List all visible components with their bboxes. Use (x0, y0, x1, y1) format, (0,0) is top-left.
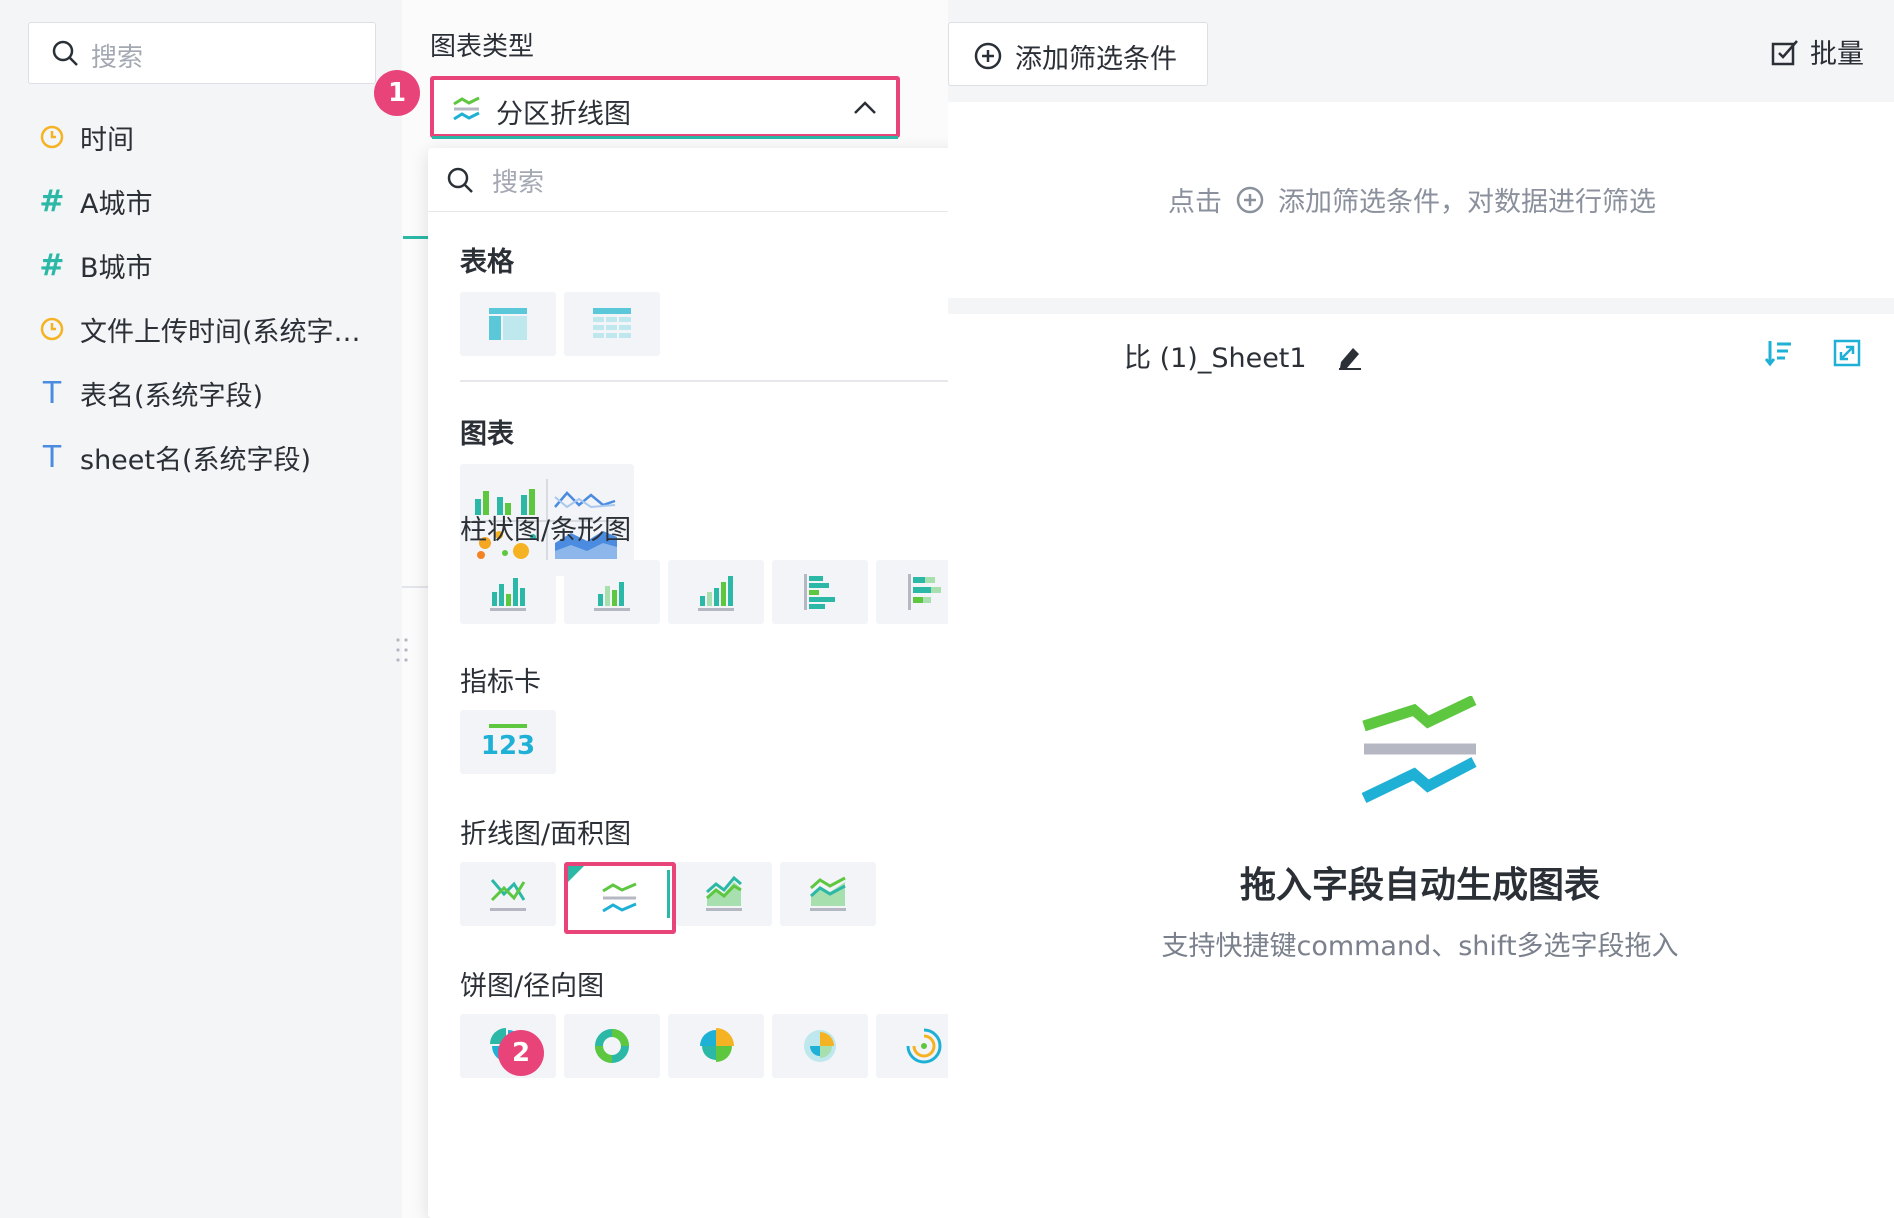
rose-chart-icon (700, 1028, 734, 1062)
kpi-bar (489, 724, 527, 728)
chart-option-bar[interactable] (772, 560, 868, 624)
chart-type-select[interactable]: 分区折线图 (430, 76, 900, 138)
chart-type-selected: 分区折线图 (496, 99, 631, 130)
field-search-input[interactable]: 搜索 (28, 22, 376, 84)
field-item-upload-time[interactable]: 文件上传时间(系统字… (38, 309, 361, 349)
radial-bar-icon (906, 1028, 942, 1064)
section-table: 表格 (460, 247, 514, 278)
step-badge-2: 2 (498, 1030, 544, 1076)
section-bar: 柱状图/条形图 (460, 515, 632, 546)
add-filter-button[interactable]: 添加筛选条件 (948, 22, 1208, 86)
resize-grip-icon[interactable] (392, 636, 412, 666)
plus-circle-icon[interactable] (1234, 184, 1266, 216)
field-item-sheet-name[interactable]: T sheet名(系统字段) (38, 437, 311, 477)
sheet-title: 比 (1)_Sheet1 (1124, 336, 1363, 375)
line-chart-icon (490, 879, 526, 911)
empty-state-subtitle: 支持快捷键command、shift多选字段拖入 (1161, 931, 1679, 962)
field-label: 时间 (80, 124, 134, 156)
area-chart-icon (706, 875, 742, 911)
section-pie: 饼图/径向图 (460, 971, 605, 1002)
clock-icon (38, 316, 66, 342)
filter-hint-prefix: 点击 (1168, 187, 1222, 218)
chart-option-zone-line[interactable] (564, 862, 676, 934)
zone-line-chart-icon (602, 882, 637, 913)
batch-edit-icon (1771, 39, 1798, 65)
stacked-area-icon (810, 876, 846, 911)
section-chart: 图表 (460, 419, 514, 450)
filter-hint: 点击 添加筛选条件，对数据进行筛选 (1168, 180, 1656, 219)
zone-line-chart-icon (1362, 696, 1477, 803)
chart-option-grouped-column[interactable] (564, 560, 660, 624)
field-label: B城市 (80, 252, 153, 284)
chart-option-kpi-card[interactable]: 123 (460, 710, 556, 774)
expand-icon[interactable] (1832, 338, 1862, 368)
field-item-time[interactable]: 时间 (38, 117, 134, 157)
column-chart-icon (490, 578, 526, 611)
dropdown-search-placeholder: 搜索 (492, 168, 545, 198)
detail-table-icon (593, 308, 631, 338)
divider (402, 586, 428, 588)
text-icon: T (42, 375, 62, 411)
step-badge-1: 1 (374, 70, 420, 116)
field-item-a-city[interactable]: # A城市 (38, 181, 152, 221)
chart-option-donut[interactable] (564, 1014, 660, 1078)
chart-option-line[interactable] (460, 862, 556, 926)
add-filter-label: 添加筛选条件 (1015, 44, 1177, 75)
select-underline (432, 136, 898, 139)
sheet-title-text: 比 (1)_Sheet1 (1124, 343, 1307, 374)
chart-option-column[interactable] (460, 560, 556, 624)
chart-type-label: 图表类型 (430, 32, 535, 62)
chart-option-area[interactable] (676, 862, 772, 926)
section-line: 折线图/面积图 (460, 819, 632, 850)
stacked-column-icon (698, 576, 734, 611)
field-item-table-name[interactable]: T 表名(系统字段) (38, 373, 263, 413)
stacked-bar-icon (908, 574, 941, 610)
batch-label: 批量 (1810, 39, 1864, 70)
filter-hint-suffix: 添加筛选条件，对数据进行筛选 (1278, 187, 1656, 218)
chart-option-multi-pie[interactable] (772, 1014, 868, 1078)
field-item-b-city[interactable]: # B城市 (38, 245, 153, 285)
donut-chart-icon (595, 1029, 629, 1063)
chart-option-detail-table[interactable] (564, 292, 660, 356)
chart-option-stacked-area[interactable] (780, 862, 876, 926)
selected-corner-icon (568, 866, 584, 882)
plus-circle-icon (974, 42, 1002, 70)
search-icon (447, 167, 473, 193)
tab-indicator (403, 236, 431, 239)
chevron-up-icon (854, 101, 876, 114)
bar-chart-icon (804, 574, 835, 610)
field-label: 文件上传时间(系统字… (80, 316, 361, 348)
field-label: A城市 (80, 188, 153, 220)
grouped-column-icon (594, 582, 630, 611)
field-label: 表名(系统字段) (80, 380, 264, 412)
chart-option-stacked-column[interactable] (668, 560, 764, 624)
clock-icon (38, 124, 66, 150)
search-icon (52, 40, 78, 66)
edit-icon[interactable] (1335, 342, 1363, 370)
selected-edge (667, 870, 670, 918)
hash-icon: # (39, 247, 65, 283)
hash-icon: # (39, 183, 65, 219)
chart-option-rose[interactable] (668, 1014, 764, 1078)
chart-option-cross-table[interactable] (460, 292, 556, 356)
sort-icon[interactable] (1764, 338, 1794, 368)
kpi-icon-text: 123 (480, 731, 536, 761)
zone-line-chart-icon (453, 96, 480, 121)
batch-button[interactable]: 批量 (1770, 32, 1864, 71)
text-icon: T (42, 439, 62, 475)
section-kpi: 指标卡 (460, 667, 541, 698)
cross-table-icon (489, 308, 527, 340)
section-divider (460, 380, 1000, 382)
field-label: sheet名(系统字段) (80, 444, 312, 476)
multi-pie-icon (804, 1030, 836, 1062)
field-search-placeholder: 搜索 (91, 43, 144, 73)
empty-state-title: 拖入字段自动生成图表 (1239, 865, 1600, 906)
